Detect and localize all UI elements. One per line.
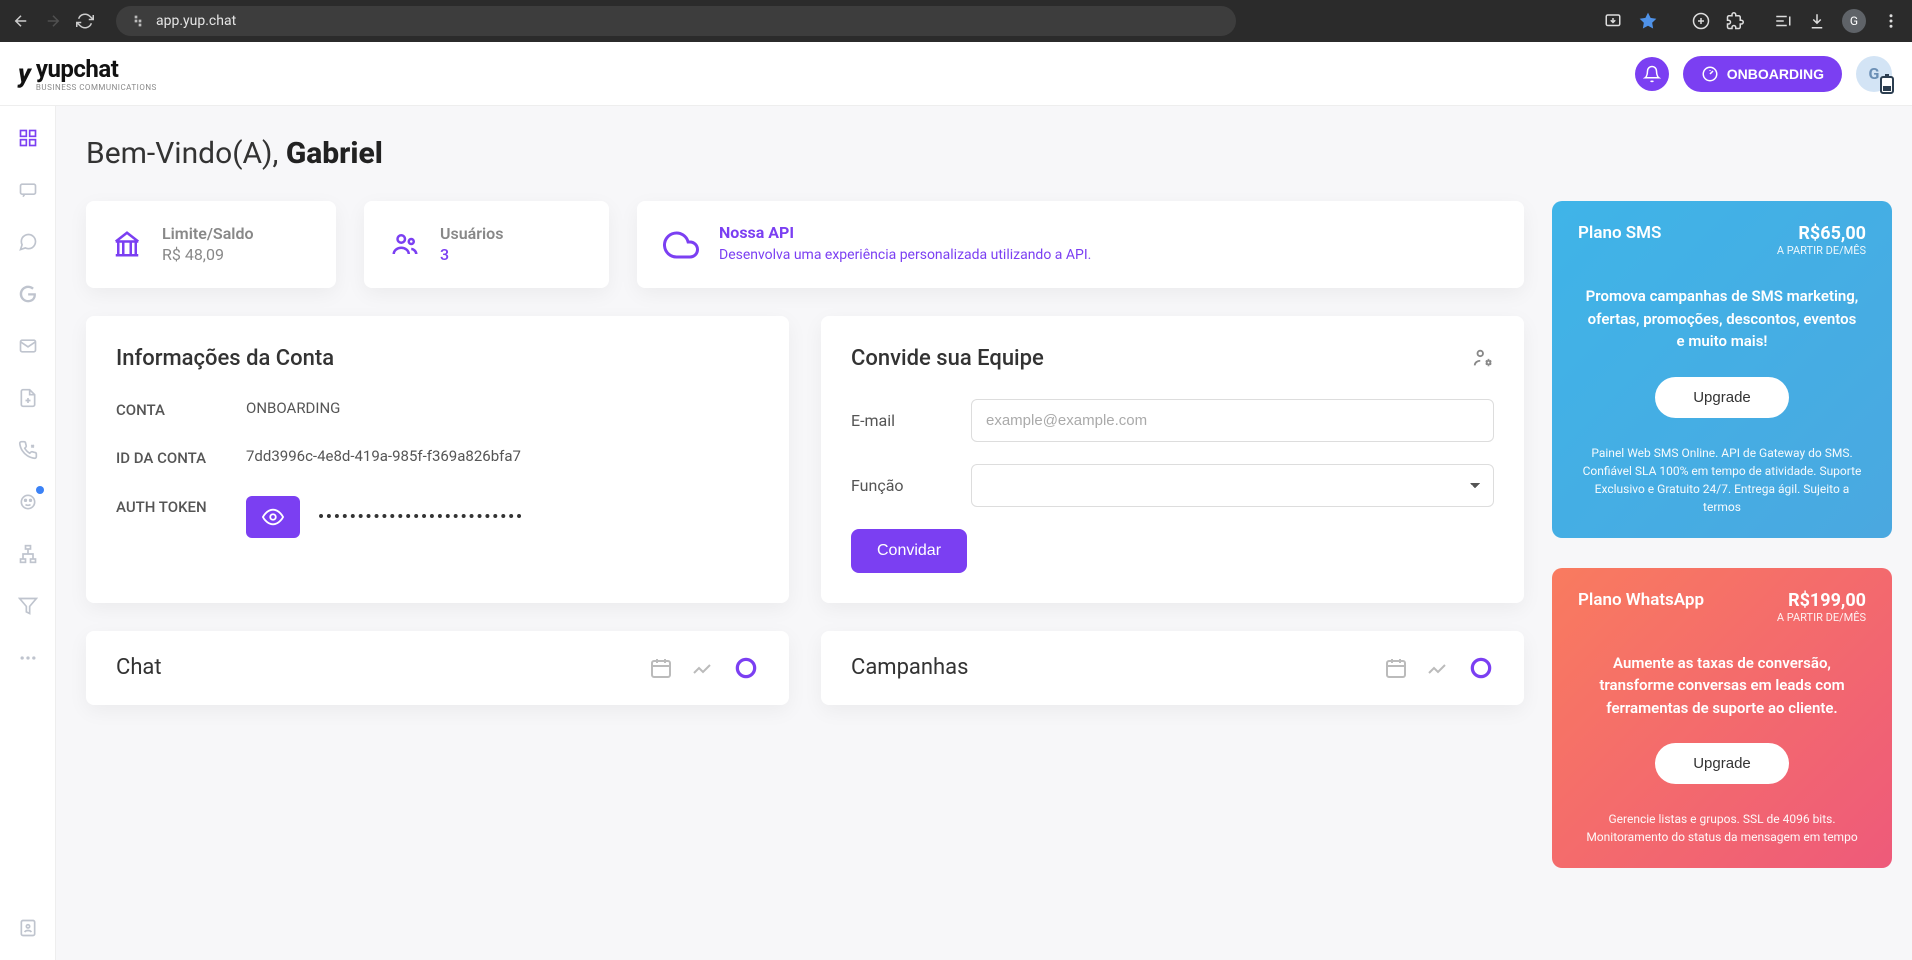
url-text: app.yup.chat <box>156 13 236 29</box>
back-button[interactable] <box>12 12 30 30</box>
invite-title: Convide sua Equipe <box>851 346 1044 371</box>
logo-text: yupchat <box>36 55 118 83</box>
logo-mark: y <box>18 59 30 89</box>
welcome-greeting: Bem-Vindo(A), <box>86 136 286 171</box>
plan-wa-per: A PARTIR DE/MÊS <box>1777 611 1866 624</box>
calendar-icon[interactable] <box>1384 656 1408 680</box>
campaigns-section: Campanhas <box>821 631 1524 705</box>
sidebar-google[interactable] <box>16 282 40 306</box>
onboarding-button[interactable]: ONBOARDING <box>1683 56 1842 92</box>
site-settings-icon[interactable] <box>130 13 146 29</box>
donut-icon[interactable] <box>733 655 759 681</box>
notification-bell[interactable] <box>1635 57 1669 91</box>
trend-icon[interactable] <box>1426 656 1450 680</box>
sidebar-email[interactable] <box>16 334 40 358</box>
trend-icon[interactable] <box>691 656 715 680</box>
bookmark-star-icon[interactable] <box>1638 11 1658 31</box>
install-app-icon[interactable] <box>1604 12 1622 30</box>
plan-wa-desc: Aumente as taxas de conversão, transform… <box>1578 652 1866 720</box>
onboarding-label: ONBOARDING <box>1727 66 1824 82</box>
sidebar-flow[interactable] <box>16 542 40 566</box>
battery-icon <box>1880 76 1894 94</box>
api-title: Nossa API <box>719 223 1091 242</box>
plan-sms-fine: Painel Web SMS Online. API de Gateway do… <box>1578 444 1866 516</box>
eye-icon <box>262 506 284 528</box>
browser-profile-button[interactable]: G <box>1842 9 1866 33</box>
app-header: y yupchat BUSINESS COMMUNICATIONS ONBOAR… <box>0 42 1912 106</box>
browser-menu-icon[interactable] <box>1882 12 1900 30</box>
downloads-icon[interactable] <box>1808 12 1826 30</box>
plan-sms-card: Plano SMS R$65,00 A PARTIR DE/MÊS Promov… <box>1552 201 1892 538</box>
sidebar-sms[interactable] <box>16 178 40 202</box>
campaigns-title: Campanhas <box>851 655 969 680</box>
plan-whatsapp-card: Plano WhatsApp R$199,00 A PARTIR DE/MÊS … <box>1552 568 1892 869</box>
chat-section: Chat <box>86 631 789 705</box>
sidebar-more[interactable] <box>16 646 40 670</box>
sidebar <box>0 106 56 960</box>
users-title: Usuários <box>440 224 503 243</box>
welcome-heading: Bem-Vindo(A), Gabriel <box>86 136 1892 171</box>
account-value: ONBOARDING <box>246 399 340 417</box>
plan-sms-name: Plano SMS <box>1578 223 1661 243</box>
browser-toolbar: app.yup.chat G <box>0 0 1912 42</box>
sidebar-document[interactable] <box>16 386 40 410</box>
sidebar-voice[interactable] <box>16 438 40 462</box>
users-icon <box>390 229 420 259</box>
users-value: 3 <box>440 245 503 264</box>
forward-button[interactable] <box>44 12 62 30</box>
media-control-icon[interactable] <box>1774 12 1792 30</box>
main-content: Bem-Vindo(A), Gabriel Limite/Saldo R$ 48… <box>56 106 1912 960</box>
sidebar-bot[interactable] <box>16 490 40 514</box>
auth-token-label: AUTH TOKEN <box>116 496 246 519</box>
plan-sms-per: A PARTIR DE/MÊS <box>1777 244 1866 257</box>
address-bar[interactable]: app.yup.chat <box>116 6 1236 36</box>
plan-sms-upgrade-button[interactable]: Upgrade <box>1655 377 1789 418</box>
sidebar-dashboard[interactable] <box>16 126 40 150</box>
stat-users[interactable]: Usuários 3 <box>364 201 609 288</box>
sidebar-filter[interactable] <box>16 594 40 618</box>
account-label: CONTA <box>116 399 246 422</box>
chat-title: Chat <box>116 655 162 680</box>
bank-icon <box>112 229 142 259</box>
account-info-title: Informações da Conta <box>116 346 759 371</box>
team-settings-icon[interactable] <box>1472 347 1494 369</box>
invite-button[interactable]: Convidar <box>851 529 967 573</box>
calendar-icon[interactable] <box>649 656 673 680</box>
api-desc: Desenvolva uma experiência personalizada… <box>719 246 1091 266</box>
account-id-value: 7dd3996c-4e8d-419a-985f-f369a826bfa7 <box>246 447 521 465</box>
balance-value: R$ 48,09 <box>162 245 254 264</box>
account-info-card: Informações da Conta CONTA ONBOARDING ID… <box>86 316 789 603</box>
sidebar-contacts[interactable] <box>16 916 40 940</box>
reveal-token-button[interactable] <box>246 496 300 538</box>
stat-api[interactable]: Nossa API Desenvolva uma experiência per… <box>637 201 1524 288</box>
cloud-icon <box>663 227 699 263</box>
donut-icon[interactable] <box>1468 655 1494 681</box>
token-masked: •••••••••••••••••••••••••• <box>318 507 524 526</box>
logo[interactable]: y yupchat BUSINESS COMMUNICATIONS <box>18 55 157 92</box>
gauge-icon <box>1701 65 1719 83</box>
email-label: E-mail <box>851 411 951 430</box>
user-avatar[interactable]: G <box>1856 56 1892 92</box>
invite-card: Convide sua Equipe E-mail Função <box>821 316 1524 603</box>
email-input[interactable] <box>971 399 1494 442</box>
sidebar-whatsapp[interactable] <box>16 230 40 254</box>
plan-wa-upgrade-button[interactable]: Upgrade <box>1655 743 1789 784</box>
plan-wa-price: R$199,00 <box>1777 590 1866 611</box>
stat-balance[interactable]: Limite/Saldo R$ 48,09 <box>86 201 336 288</box>
plan-sms-price: R$65,00 <box>1777 223 1866 244</box>
logo-subtitle: BUSINESS COMMUNICATIONS <box>36 83 157 92</box>
balance-title: Limite/Saldo <box>162 224 254 243</box>
account-id-label: ID DA CONTA <box>116 447 246 470</box>
welcome-username: Gabriel <box>286 136 383 171</box>
role-label: Função <box>851 476 951 495</box>
plan-sms-desc: Promova campanhas de SMS marketing, ofer… <box>1578 285 1866 353</box>
role-select[interactable] <box>971 464 1494 507</box>
new-tab-icon[interactable] <box>1692 12 1710 30</box>
plan-wa-fine: Gerencie listas e grupos. SSL de 4096 bi… <box>1578 810 1866 846</box>
extensions-icon[interactable] <box>1726 12 1744 30</box>
reload-button[interactable] <box>76 12 94 30</box>
plan-wa-name: Plano WhatsApp <box>1578 590 1704 610</box>
